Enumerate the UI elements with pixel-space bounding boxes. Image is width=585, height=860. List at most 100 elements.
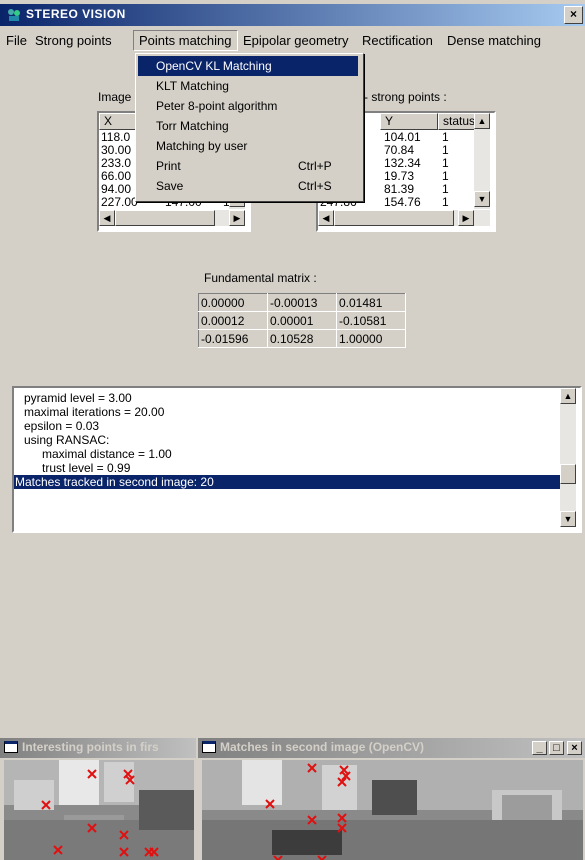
list-cell: 118.0 [101, 130, 131, 144]
column-header-y[interactable]: Y [380, 113, 438, 130]
menu-option-label: Torr Matching [156, 119, 229, 133]
matrix-cell: -0.10581 [336, 311, 406, 330]
log-line-selected[interactable]: Matches tracked in second image: 20 [14, 475, 561, 489]
first-image-title-bar[interactable]: Interesting points in firs [0, 738, 196, 758]
scroll-right-icon[interactable]: ▶ [229, 210, 245, 226]
scroll-left-icon[interactable]: ◀ [99, 210, 115, 226]
right-vertical-scrollbar[interactable]: ▲ ▼ [474, 113, 490, 209]
list-cell: 154.76 [384, 195, 421, 209]
list-cell: 1 [442, 195, 449, 209]
list-cell: 1 [442, 143, 449, 157]
matrix-cell: -0.01596 [198, 329, 268, 348]
menu-dense-matching[interactable]: Dense matching [447, 33, 541, 48]
menu-option-label: KLT Matching [156, 79, 229, 93]
menu-points-matching[interactable]: Points matching [133, 30, 238, 51]
right-points-label: - strong points : [364, 90, 447, 104]
menu-option-print[interactable]: Print Ctrl+P [138, 156, 358, 176]
list-cell: 1 [442, 169, 449, 183]
list-cell: 132.34 [384, 156, 421, 170]
matrix-cell: 0.00001 [267, 311, 337, 330]
app-icon [8, 9, 20, 21]
menu-option-label: Peter 8-point algorithm [156, 99, 278, 113]
second-image-canvas [202, 760, 583, 860]
list-cell: 233.0 [101, 156, 132, 170]
scroll-up-icon[interactable]: ▲ [560, 388, 576, 404]
window-icon [4, 741, 18, 753]
list-cell: 66.00 [101, 169, 132, 183]
second-image-title: Matches in second image (OpenCV) [220, 740, 425, 754]
maximize-icon[interactable]: □ [549, 741, 564, 755]
matrix-cell: -0.00013 [267, 293, 337, 312]
scroll-thumb[interactable] [334, 210, 454, 226]
log-line[interactable]: using RANSAC: [24, 433, 109, 447]
second-image-title-bar[interactable]: Matches in second image (OpenCV) _ □ × [198, 738, 585, 758]
left-horizontal-scrollbar[interactable]: ◀ ▶ [99, 210, 245, 226]
main-window: STEREO VISION × File Strong points Point… [0, 0, 585, 738]
matrix-cell: 0.10528 [267, 329, 337, 348]
menu-file[interactable]: File [6, 33, 27, 48]
window-title: STEREO VISION [26, 7, 126, 21]
menu-option-label: OpenCV KL Matching [156, 59, 272, 73]
list-cell: 1 [442, 182, 449, 196]
close-button[interactable]: × [564, 6, 583, 24]
matrix-cell: 0.00012 [198, 311, 268, 330]
menu-option-label: Print [156, 159, 181, 173]
scroll-thumb[interactable] [115, 210, 215, 226]
first-image-title: Interesting points in firs [22, 740, 159, 754]
points-matching-dropdown: OpenCV KL Matching KLT Matching Peter 8-… [135, 53, 364, 202]
log-line[interactable]: trust level = 0.99 [42, 461, 130, 475]
menu-option-klt[interactable]: KLT Matching [138, 76, 358, 96]
left-points-label: Image [98, 90, 132, 104]
matrix-cell: 0.01481 [336, 293, 406, 312]
menu-rectification[interactable]: Rectification [362, 33, 433, 48]
scroll-thumb[interactable] [560, 464, 576, 484]
list-cell: 30.00 [101, 143, 132, 157]
right-horizontal-scrollbar[interactable]: ◀ ▶ [318, 210, 490, 226]
scroll-down-icon[interactable]: ▼ [474, 191, 490, 207]
log-vertical-scrollbar[interactable]: ▲ ▼ [560, 388, 576, 527]
menu-option-torr[interactable]: Torr Matching [138, 116, 358, 136]
menu-option-matching-by-user[interactable]: Matching by user [138, 136, 358, 156]
scroll-left-icon[interactable]: ◀ [318, 210, 334, 226]
minimize-icon[interactable]: _ [532, 741, 547, 755]
list-cell: 227.00 [101, 195, 138, 209]
list-cell: 81.39 [384, 182, 415, 196]
menu-bar: File Strong points Points matching Epipo… [0, 30, 585, 52]
first-image-window[interactable]: Interesting points in firs [0, 738, 196, 860]
title-bar[interactable]: STEREO VISION × [0, 4, 585, 26]
second-image-window[interactable]: Matches in second image (OpenCV) _ □ × [198, 738, 585, 860]
menu-option-save[interactable]: Save Ctrl+S [138, 176, 358, 196]
menu-option-opencv-kl[interactable]: OpenCV KL Matching [138, 56, 358, 76]
list-cell: 19.73 [384, 169, 415, 183]
list-cell: 70.84 [384, 143, 415, 157]
shortcut-label: Ctrl+S [298, 179, 332, 193]
log-line[interactable]: pyramid level = 3.00 [24, 391, 132, 405]
menu-option-label: Save [156, 179, 184, 193]
fundamental-matrix-label: Fundamental matrix : [204, 271, 317, 285]
matrix-cell: 0.00000 [198, 293, 268, 312]
log-line[interactable]: maximal distance = 1.00 [42, 447, 172, 461]
menu-option-peter-8-point[interactable]: Peter 8-point algorithm [138, 96, 358, 116]
menu-strong-points[interactable]: Strong points [35, 33, 112, 48]
first-image-canvas [4, 760, 194, 860]
list-cell: 1 [442, 130, 449, 144]
scroll-up-icon[interactable]: ▲ [474, 113, 490, 129]
menu-epipolar-geometry[interactable]: Epipolar geometry [243, 33, 349, 48]
shortcut-label: Ctrl+P [298, 159, 332, 173]
menu-option-label: Matching by user [156, 139, 248, 153]
list-cell: 1 [442, 156, 449, 170]
close-icon[interactable]: × [567, 741, 582, 755]
log-listbox[interactable]: pyramid level = 3.00 maximal iterations … [12, 386, 582, 533]
scroll-down-icon[interactable]: ▼ [560, 511, 576, 527]
log-line[interactable]: epsilon = 0.03 [24, 419, 99, 433]
list-cell: 94.00 [101, 182, 132, 196]
scroll-right-icon[interactable]: ▶ [458, 210, 474, 226]
matrix-cell: 1.00000 [336, 329, 406, 348]
second-image-view[interactable] [202, 760, 583, 860]
log-line[interactable]: maximal iterations = 20.00 [24, 405, 164, 419]
list-cell: 104.01 [384, 130, 421, 144]
window-icon [202, 741, 216, 753]
first-image-view[interactable] [4, 760, 194, 860]
column-header-status[interactable]: status [438, 113, 478, 130]
fundamental-matrix: 0.00000 -0.00013 0.01481 0.00012 0.00001… [198, 293, 406, 348]
